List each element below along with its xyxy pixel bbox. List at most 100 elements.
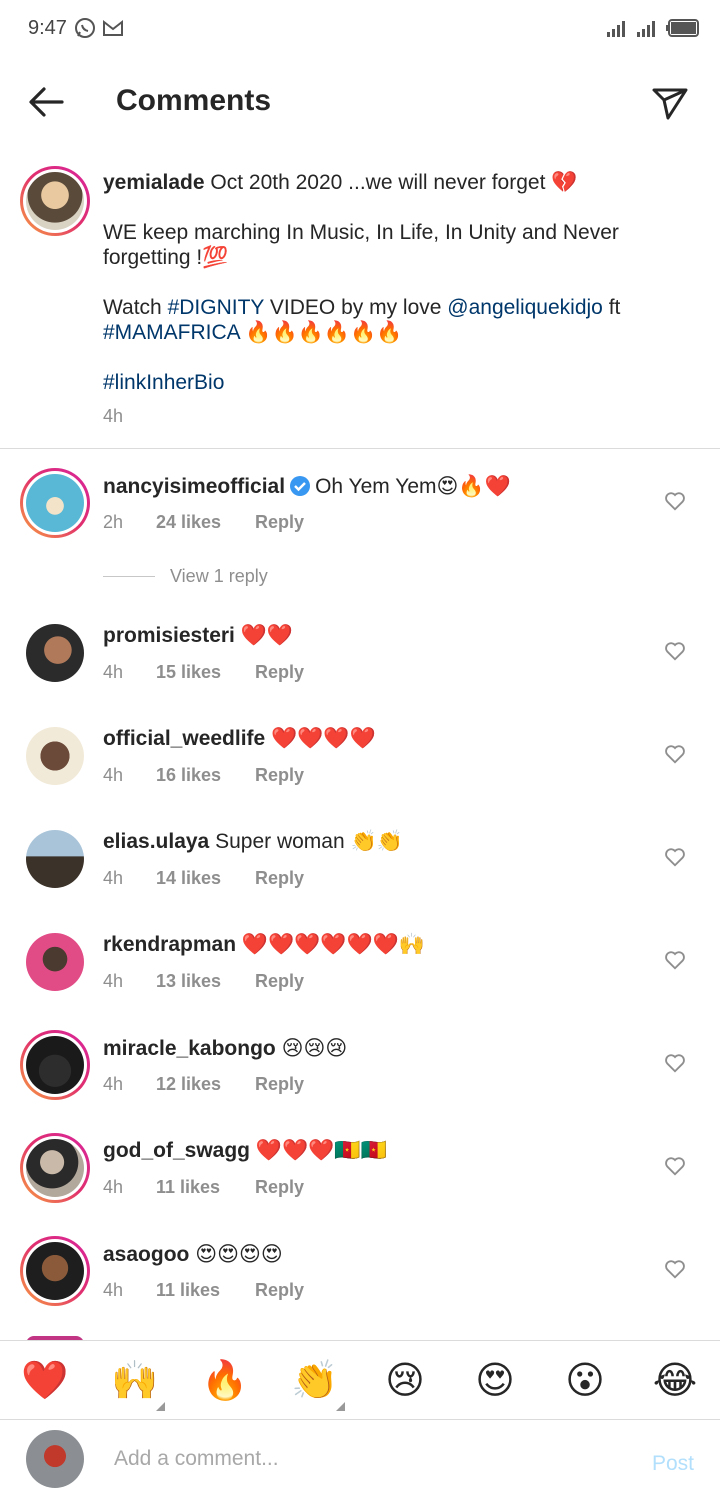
- comment-item: promisiesteri ❤️❤️ 4h 15 likes Reply: [0, 618, 720, 718]
- reply-button[interactable]: Reply: [255, 1177, 304, 1198]
- caption-timestamp: 4h: [103, 406, 124, 426]
- comment-text: ❤️❤️: [240, 624, 294, 647]
- caption-line: Oct 20th 2020 ...we will never forget 💔: [210, 171, 578, 194]
- comment-composer: Post: [0, 1420, 720, 1500]
- comment-text: ❤️❤️❤️❤️: [271, 727, 376, 750]
- battery-icon: [666, 19, 699, 37]
- comment-username[interactable]: god_of_swagg: [103, 1139, 250, 1162]
- caption-line: WE keep marching In Music, In Life, In U…: [103, 221, 619, 269]
- post-button[interactable]: Post: [652, 1452, 694, 1476]
- hashtag-link[interactable]: #MAMAFRICA: [103, 321, 240, 344]
- comment-text: 😢😢😢: [281, 1037, 348, 1060]
- emoji-fire-button[interactable]: 🔥: [201, 1357, 249, 1405]
- comment-item: god_of_swagg ❤️❤️❤️🇨🇲🇨🇲 4h 11 likes Reply: [0, 1133, 720, 1233]
- comment-likes[interactable]: 24 likes: [156, 512, 255, 533]
- signal-icon: [607, 21, 625, 37]
- post-caption: yemialade Oct 20th 2020 ...we will never…: [0, 158, 720, 448]
- comment-username[interactable]: official_weedlife: [103, 727, 265, 750]
- avatar[interactable]: [20, 1236, 90, 1306]
- hashtag-link[interactable]: #linkInherBio: [103, 371, 224, 394]
- heart-outline-icon[interactable]: [664, 1052, 686, 1074]
- heart-outline-icon[interactable]: [664, 1155, 686, 1177]
- reply-button[interactable]: Reply: [255, 662, 304, 683]
- comment-input[interactable]: [114, 1442, 614, 1476]
- comment-time: 4h: [103, 1280, 124, 1300]
- comment-username[interactable]: rkendrapman: [103, 933, 236, 956]
- comment-text: ❤️❤️❤️❤️❤️❤️🙌: [241, 933, 425, 956]
- emoji-surprised-button[interactable]: 😮: [561, 1357, 609, 1405]
- avatar[interactable]: [20, 721, 90, 791]
- reply-button[interactable]: Reply: [255, 765, 304, 786]
- comment-item: rkendrapman ❤️❤️❤️❤️❤️❤️🙌 4h 13 likes Repl…: [0, 927, 720, 1027]
- comment-likes[interactable]: 12 likes: [156, 1074, 255, 1095]
- header: Comments: [0, 58, 720, 148]
- skin-tone-indicator: [156, 1402, 165, 1411]
- comment-username[interactable]: promisiesteri: [103, 624, 235, 647]
- emoji-laughing-button[interactable]: 😂: [651, 1357, 699, 1405]
- emoji-heart-button[interactable]: ❤️: [21, 1357, 69, 1405]
- comment-item: asaogoo 😍😍😍😍 4h 11 likes Reply: [0, 1236, 720, 1336]
- comment-likes[interactable]: 11 likes: [156, 1280, 255, 1301]
- comment-text: 😍😍😍😍: [195, 1243, 283, 1266]
- heart-outline-icon[interactable]: [664, 846, 686, 868]
- emoji-quick-bar: ❤️ 🙌 🔥 👏 😢 😍 😮 😂: [0, 1340, 720, 1420]
- avatar[interactable]: [20, 618, 90, 688]
- mention-link[interactable]: @angeliquekidjo: [447, 296, 603, 319]
- emoji-clap-button[interactable]: 👏: [291, 1357, 345, 1411]
- reply-button[interactable]: Reply: [255, 868, 304, 889]
- comment-time: 4h: [103, 1177, 124, 1197]
- arrow-left-icon[interactable]: [24, 80, 68, 124]
- comment-username[interactable]: miracle_kabongo: [103, 1037, 276, 1060]
- comment-likes[interactable]: 11 likes: [156, 1177, 255, 1198]
- whatsapp-icon: [75, 18, 95, 38]
- comment-text: ❤️❤️❤️🇨🇲🇨🇲: [255, 1139, 387, 1162]
- view-replies-label: View 1 reply: [170, 566, 268, 586]
- avatar[interactable]: [20, 166, 90, 236]
- reply-button[interactable]: Reply: [255, 512, 304, 533]
- comment-time: 4h: [103, 662, 124, 682]
- comment-time: 2h: [103, 512, 124, 532]
- comment-username[interactable]: nancyisimeofficial: [103, 475, 285, 498]
- avatar[interactable]: [20, 927, 90, 997]
- comment-item: miracle_kabongo 😢😢😢 4h 12 likes Reply: [0, 1030, 720, 1130]
- page-title: Comments: [116, 84, 272, 117]
- comment-item: elias.ulaya Super woman 👏👏 4h 14 likes Rep…: [0, 824, 720, 924]
- avatar[interactable]: [20, 1133, 90, 1203]
- reply-button[interactable]: Reply: [255, 1280, 304, 1301]
- heart-outline-icon[interactable]: [664, 490, 686, 512]
- gmail-icon: [103, 19, 123, 36]
- comment-text: Super woman 👏👏: [215, 830, 403, 853]
- status-bar: 9:47: [0, 0, 720, 58]
- comment-likes[interactable]: 14 likes: [156, 868, 255, 889]
- comment-time: 4h: [103, 765, 124, 785]
- emoji-heart-eyes-button[interactable]: 😍: [471, 1357, 519, 1405]
- emoji-crying-button[interactable]: 😢: [381, 1357, 429, 1405]
- heart-outline-icon[interactable]: [664, 640, 686, 662]
- reply-button[interactable]: Reply: [255, 971, 304, 992]
- comment-time: 4h: [103, 868, 124, 888]
- comment-item: nancyisimeofficial Oh Yem Yem😍🔥❤️ 2h 24 l…: [0, 468, 720, 568]
- comment-item: official_weedlife ❤️❤️❤️❤️ 4h 16 likes Rep…: [0, 721, 720, 821]
- comment-username[interactable]: elias.ulaya: [103, 830, 209, 853]
- caption-username[interactable]: yemialade: [103, 171, 205, 194]
- comment-username[interactable]: asaogoo: [103, 1243, 189, 1266]
- avatar-image: [26, 172, 84, 230]
- comment-time: 4h: [103, 971, 124, 991]
- heart-outline-icon[interactable]: [664, 743, 686, 765]
- avatar[interactable]: [20, 468, 90, 538]
- heart-outline-icon[interactable]: [664, 1258, 686, 1280]
- divider: [0, 448, 720, 449]
- paper-plane-icon[interactable]: [650, 82, 690, 122]
- reply-button[interactable]: Reply: [255, 1074, 304, 1095]
- avatar[interactable]: [20, 824, 90, 894]
- view-replies[interactable]: View 1 reply: [103, 566, 268, 587]
- comment-time: 4h: [103, 1074, 124, 1094]
- emoji-raised-hands-button[interactable]: 🙌: [111, 1357, 165, 1411]
- comment-likes[interactable]: 13 likes: [156, 971, 255, 992]
- comment-likes[interactable]: 16 likes: [156, 765, 255, 786]
- comment-text: Oh Yem Yem😍🔥❤️: [315, 475, 511, 498]
- avatar[interactable]: [20, 1030, 90, 1100]
- comment-likes[interactable]: 15 likes: [156, 662, 255, 683]
- heart-outline-icon[interactable]: [664, 949, 686, 971]
- hashtag-link[interactable]: #DIGNITY: [168, 296, 264, 319]
